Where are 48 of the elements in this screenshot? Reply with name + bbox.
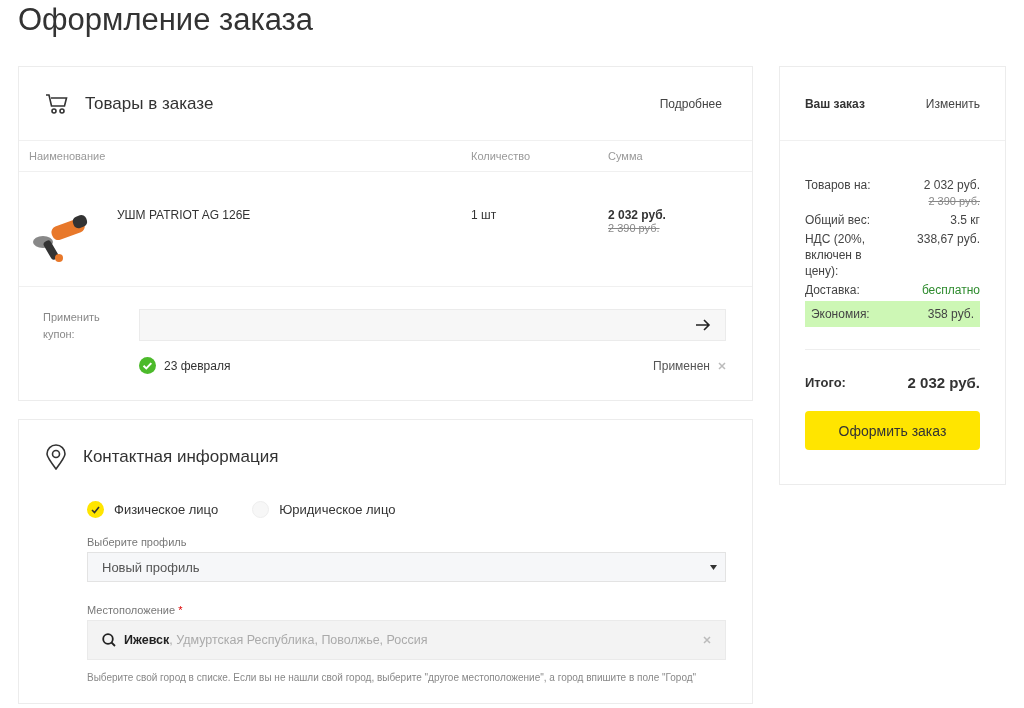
summary-label: Общий вес:	[804, 212, 871, 228]
column-header: Количество	[471, 150, 532, 162]
cart-icon	[45, 92, 69, 115]
person-type-radio[interactable]: Юридическое лицо	[252, 501, 396, 518]
old-price: 2 390 руб.	[927, 194, 980, 209]
summary-value: 3.5 кг	[950, 212, 980, 228]
location-hint: Выберите свой город в списке. Если вы не нашли свой город, выберите "другое местоположение", а город впишите в поле "Город"	[87, 672, 698, 683]
column-header: Наименование	[29, 150, 107, 162]
edit-link[interactable]: Изменить	[925, 96, 980, 111]
caret-icon	[709, 564, 717, 570]
arrow-right-icon[interactable]	[694, 319, 711, 331]
required-mark: *	[178, 604, 183, 616]
summary-label: Доставка:	[804, 282, 861, 298]
summary-value: бесплатно	[921, 282, 980, 298]
check-icon	[91, 505, 100, 514]
summary-label: Товаров на:	[804, 177, 872, 194]
section-title: Товары в заказе	[85, 93, 215, 114]
old-price: 2 390 руб.	[608, 222, 661, 234]
product-name: УШМ PATRIOT AG 126E	[117, 207, 252, 224]
checkout-button[interactable]: Оформить заказ	[804, 411, 980, 450]
section-title: Контактная информация	[83, 446, 280, 467]
price: 2 032 руб.	[608, 208, 667, 222]
page-title: Оформление заказа	[18, 1, 315, 39]
summary-label: Экономия:	[810, 306, 871, 322]
total-value: 2 032 руб.	[907, 374, 980, 391]
close-icon[interactable]	[717, 361, 726, 370]
coupon-field[interactable]	[139, 309, 726, 341]
details-link[interactable]: Подробнее	[659, 96, 722, 111]
search-icon	[102, 633, 116, 647]
field-label: Выберите профиль	[87, 536, 188, 548]
location-field[interactable]: Ижевск, Удмуртская Республика, Поволжье, Россия	[87, 620, 726, 660]
person-type-radio[interactable]: Физическое лицо	[87, 501, 219, 518]
coupon-label: Применить купон:	[43, 310, 101, 342]
close-icon[interactable]	[702, 636, 711, 644]
coupon-status: Применен	[653, 358, 710, 373]
check-circle-icon	[139, 357, 156, 374]
quantity: 1 шт	[471, 207, 498, 224]
map-pin-icon	[45, 443, 67, 470]
field-label: Местоположение	[87, 604, 176, 616]
summary-label: НДС (20%, включен в цену):	[804, 231, 867, 279]
coupon-code: 23 февраля	[164, 358, 232, 373]
summary-value: 338,67 руб.	[917, 231, 980, 247]
column-header: Сумма	[608, 150, 644, 162]
total-label: Итого:	[804, 375, 846, 390]
profile-select[interactable]: Новый профиль	[87, 552, 726, 582]
summary-value: 358 руб.	[927, 306, 974, 322]
summary-value: 2 032 руб.	[923, 177, 980, 193]
summary-title: Ваш заказ	[804, 96, 865, 111]
